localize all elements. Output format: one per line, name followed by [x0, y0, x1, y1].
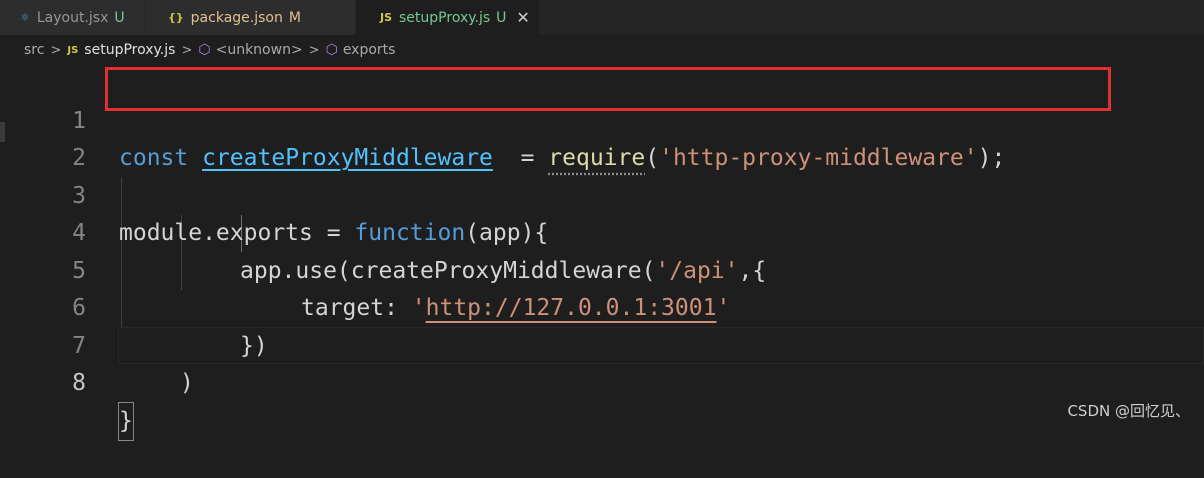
chevron-right-icon: >	[308, 42, 320, 58]
tab-layout-jsx[interactable]: ⚛ Layout.jsx U	[0, 0, 146, 35]
breadcrumb-symbol-unknown[interactable]: <unknown>	[216, 42, 303, 58]
react-file-icon: ⚛	[20, 11, 30, 24]
json-file-icon: {}	[168, 11, 184, 24]
breadcrumb-symbol-exports[interactable]: exports	[343, 42, 396, 58]
tab-bar: ⚛ Layout.jsx U {} package.json M JS setu…	[0, 0, 1204, 35]
line-number: 8	[72, 370, 86, 396]
breadcrumb-file[interactable]: setupProxy.js	[84, 42, 175, 58]
symbol-cube-icon: ⬡	[325, 42, 338, 58]
code-line-5: 5 target: 'http://127.0.0.1:3001'	[0, 215, 1204, 322]
close-icon[interactable]: ✕	[516, 8, 529, 27]
tab-setupproxy-js[interactable]: JS setupProxy.js U ✕	[356, 0, 540, 35]
line-content: }	[118, 401, 134, 441]
chevron-right-icon: >	[181, 42, 193, 58]
breadcrumb: src > JS setupProxy.js > ⬡ <unknown> > ⬡…	[0, 35, 1204, 65]
tab-package-json[interactable]: {} package.json M	[146, 0, 356, 35]
code-line-3: 3 module.exports = function(app){	[0, 140, 1204, 247]
watermark: CSDN @回忆见、	[1067, 402, 1190, 420]
tab-label: setupProxy.js	[399, 9, 491, 26]
code-editor[interactable]: 1 const createProxyMiddleware = require(…	[0, 65, 1204, 441]
tab-label: Layout.jsx	[36, 9, 109, 26]
code-line-8: 8 }	[0, 328, 1204, 441]
code-line-7: 7 )	[0, 290, 1204, 397]
code-line-6: 6 })	[0, 253, 1204, 359]
symbol-cube-icon: ⬡	[198, 42, 211, 58]
js-file-icon: JS	[380, 11, 393, 24]
tab-label: package.json	[190, 9, 283, 26]
git-status-badge: U	[496, 9, 507, 26]
js-file-icon: JS	[67, 44, 79, 56]
git-status-badge: M	[288, 9, 301, 26]
breadcrumb-folder[interactable]: src	[24, 42, 44, 58]
line-content: )	[180, 370, 194, 396]
code-line-4: 4 app.use(createProxyMiddleware('/api',{	[0, 178, 1204, 284]
chevron-right-icon: >	[50, 42, 62, 58]
git-status-badge: U	[114, 9, 125, 26]
annotation-highlight-box	[105, 67, 1111, 111]
